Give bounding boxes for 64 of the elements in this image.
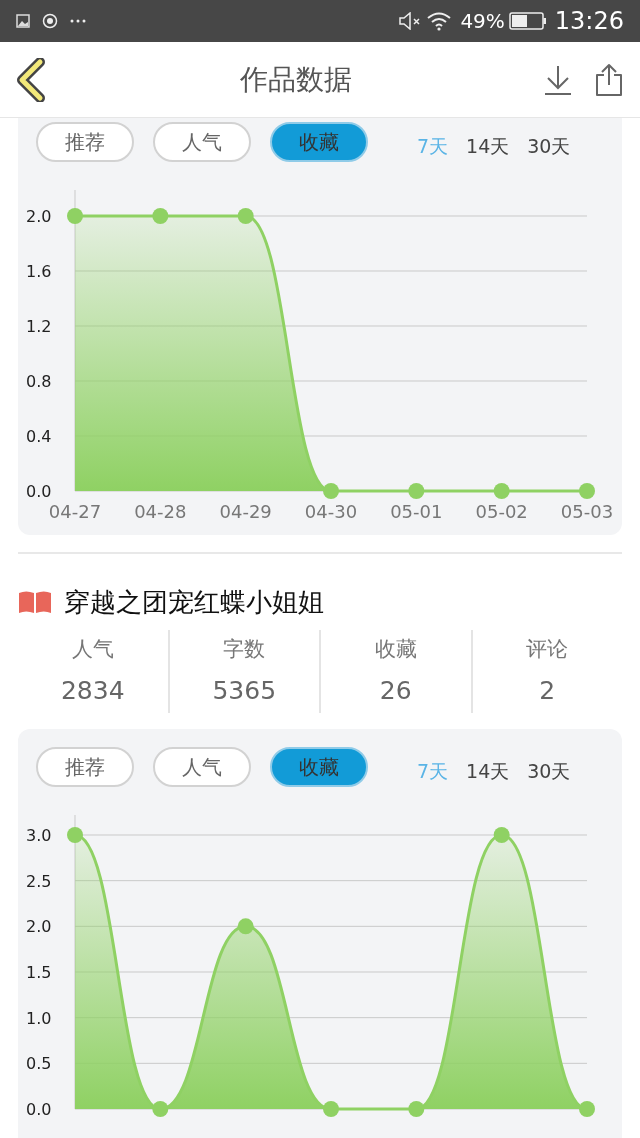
x-tick-label: 04-27 [48, 501, 102, 522]
data-point [152, 1101, 169, 1117]
y-tick-label: 2.0 [26, 917, 52, 937]
data-point [152, 208, 169, 224]
y-tick-label: 1.0 [26, 1008, 52, 1028]
metric-tab[interactable]: 推荐 [36, 122, 134, 162]
metric-tab[interactable]: 人气 [153, 122, 251, 162]
share-button[interactable] [594, 62, 624, 97]
y-tick-label: 1.6 [26, 262, 52, 281]
data-point [323, 1101, 339, 1117]
stat-value: 26 [379, 674, 412, 707]
y-tick-label: 0.4 [26, 427, 52, 446]
mute-icon [398, 12, 423, 30]
x-tick-label: 05-01 [390, 501, 443, 522]
stat-label: 收藏 [374, 636, 417, 663]
x-tick-label: 05-03 [560, 501, 614, 522]
metric-tab[interactable]: 收藏 [270, 747, 368, 787]
y-tick-label: 0.0 [26, 482, 52, 501]
y-tick-label: 1.5 [26, 963, 52, 982]
data-point [67, 827, 83, 843]
data-point [408, 483, 425, 499]
stat-value: 2834 [60, 674, 125, 707]
y-tick-label: 0.5 [26, 1054, 52, 1074]
data-point [237, 208, 254, 224]
x-tick-label: 04-30 [304, 501, 358, 522]
stat-label: 字数 [223, 636, 266, 663]
work-title: 穿越之团宠红蝶小姐姐 [64, 585, 324, 619]
battery-icon [508, 12, 547, 30]
battery-percent: 49% [460, 8, 505, 35]
stat-value: 5365 [212, 674, 277, 707]
page-title: 作品数据 [240, 61, 352, 98]
data-point [323, 483, 339, 499]
record-icon [42, 13, 58, 29]
data-point [579, 1101, 595, 1117]
x-tick-label: 05-02 [475, 501, 528, 522]
book-icon [18, 590, 52, 614]
more-icon [70, 19, 86, 23]
range-tab[interactable]: 30天 [527, 748, 571, 786]
y-tick-label: 1.2 [26, 317, 52, 336]
range-tab[interactable]: 14天 [466, 123, 510, 161]
data-point [67, 208, 83, 224]
stat-value: 2 [539, 674, 556, 707]
range-tab[interactable]: 30天 [527, 123, 571, 161]
data-point [493, 483, 510, 499]
y-tick-label: 2.0 [26, 207, 52, 226]
y-tick-label: 2.5 [26, 871, 52, 891]
y-tick-label: 0.8 [26, 372, 52, 391]
metric-tab[interactable]: 人气 [153, 747, 251, 787]
stat-label: 评论 [526, 636, 569, 663]
stat-label: 人气 [71, 636, 114, 663]
clock-time: 13:26 [554, 6, 624, 37]
data-point [493, 827, 510, 843]
image-icon [16, 14, 30, 28]
data-point [579, 483, 595, 499]
y-tick-label: 0.0 [26, 1100, 52, 1119]
wifi-icon [426, 11, 453, 31]
metric-tab[interactable]: 收藏 [270, 122, 368, 162]
data-point [408, 1101, 425, 1117]
x-tick-label: 04-29 [219, 501, 272, 522]
data-point [237, 918, 254, 935]
x-tick-label: 04-28 [134, 501, 187, 522]
range-tab[interactable]: 14天 [466, 748, 510, 786]
metric-tab[interactable]: 推荐 [36, 747, 134, 787]
y-tick-label: 3.0 [26, 826, 52, 845]
